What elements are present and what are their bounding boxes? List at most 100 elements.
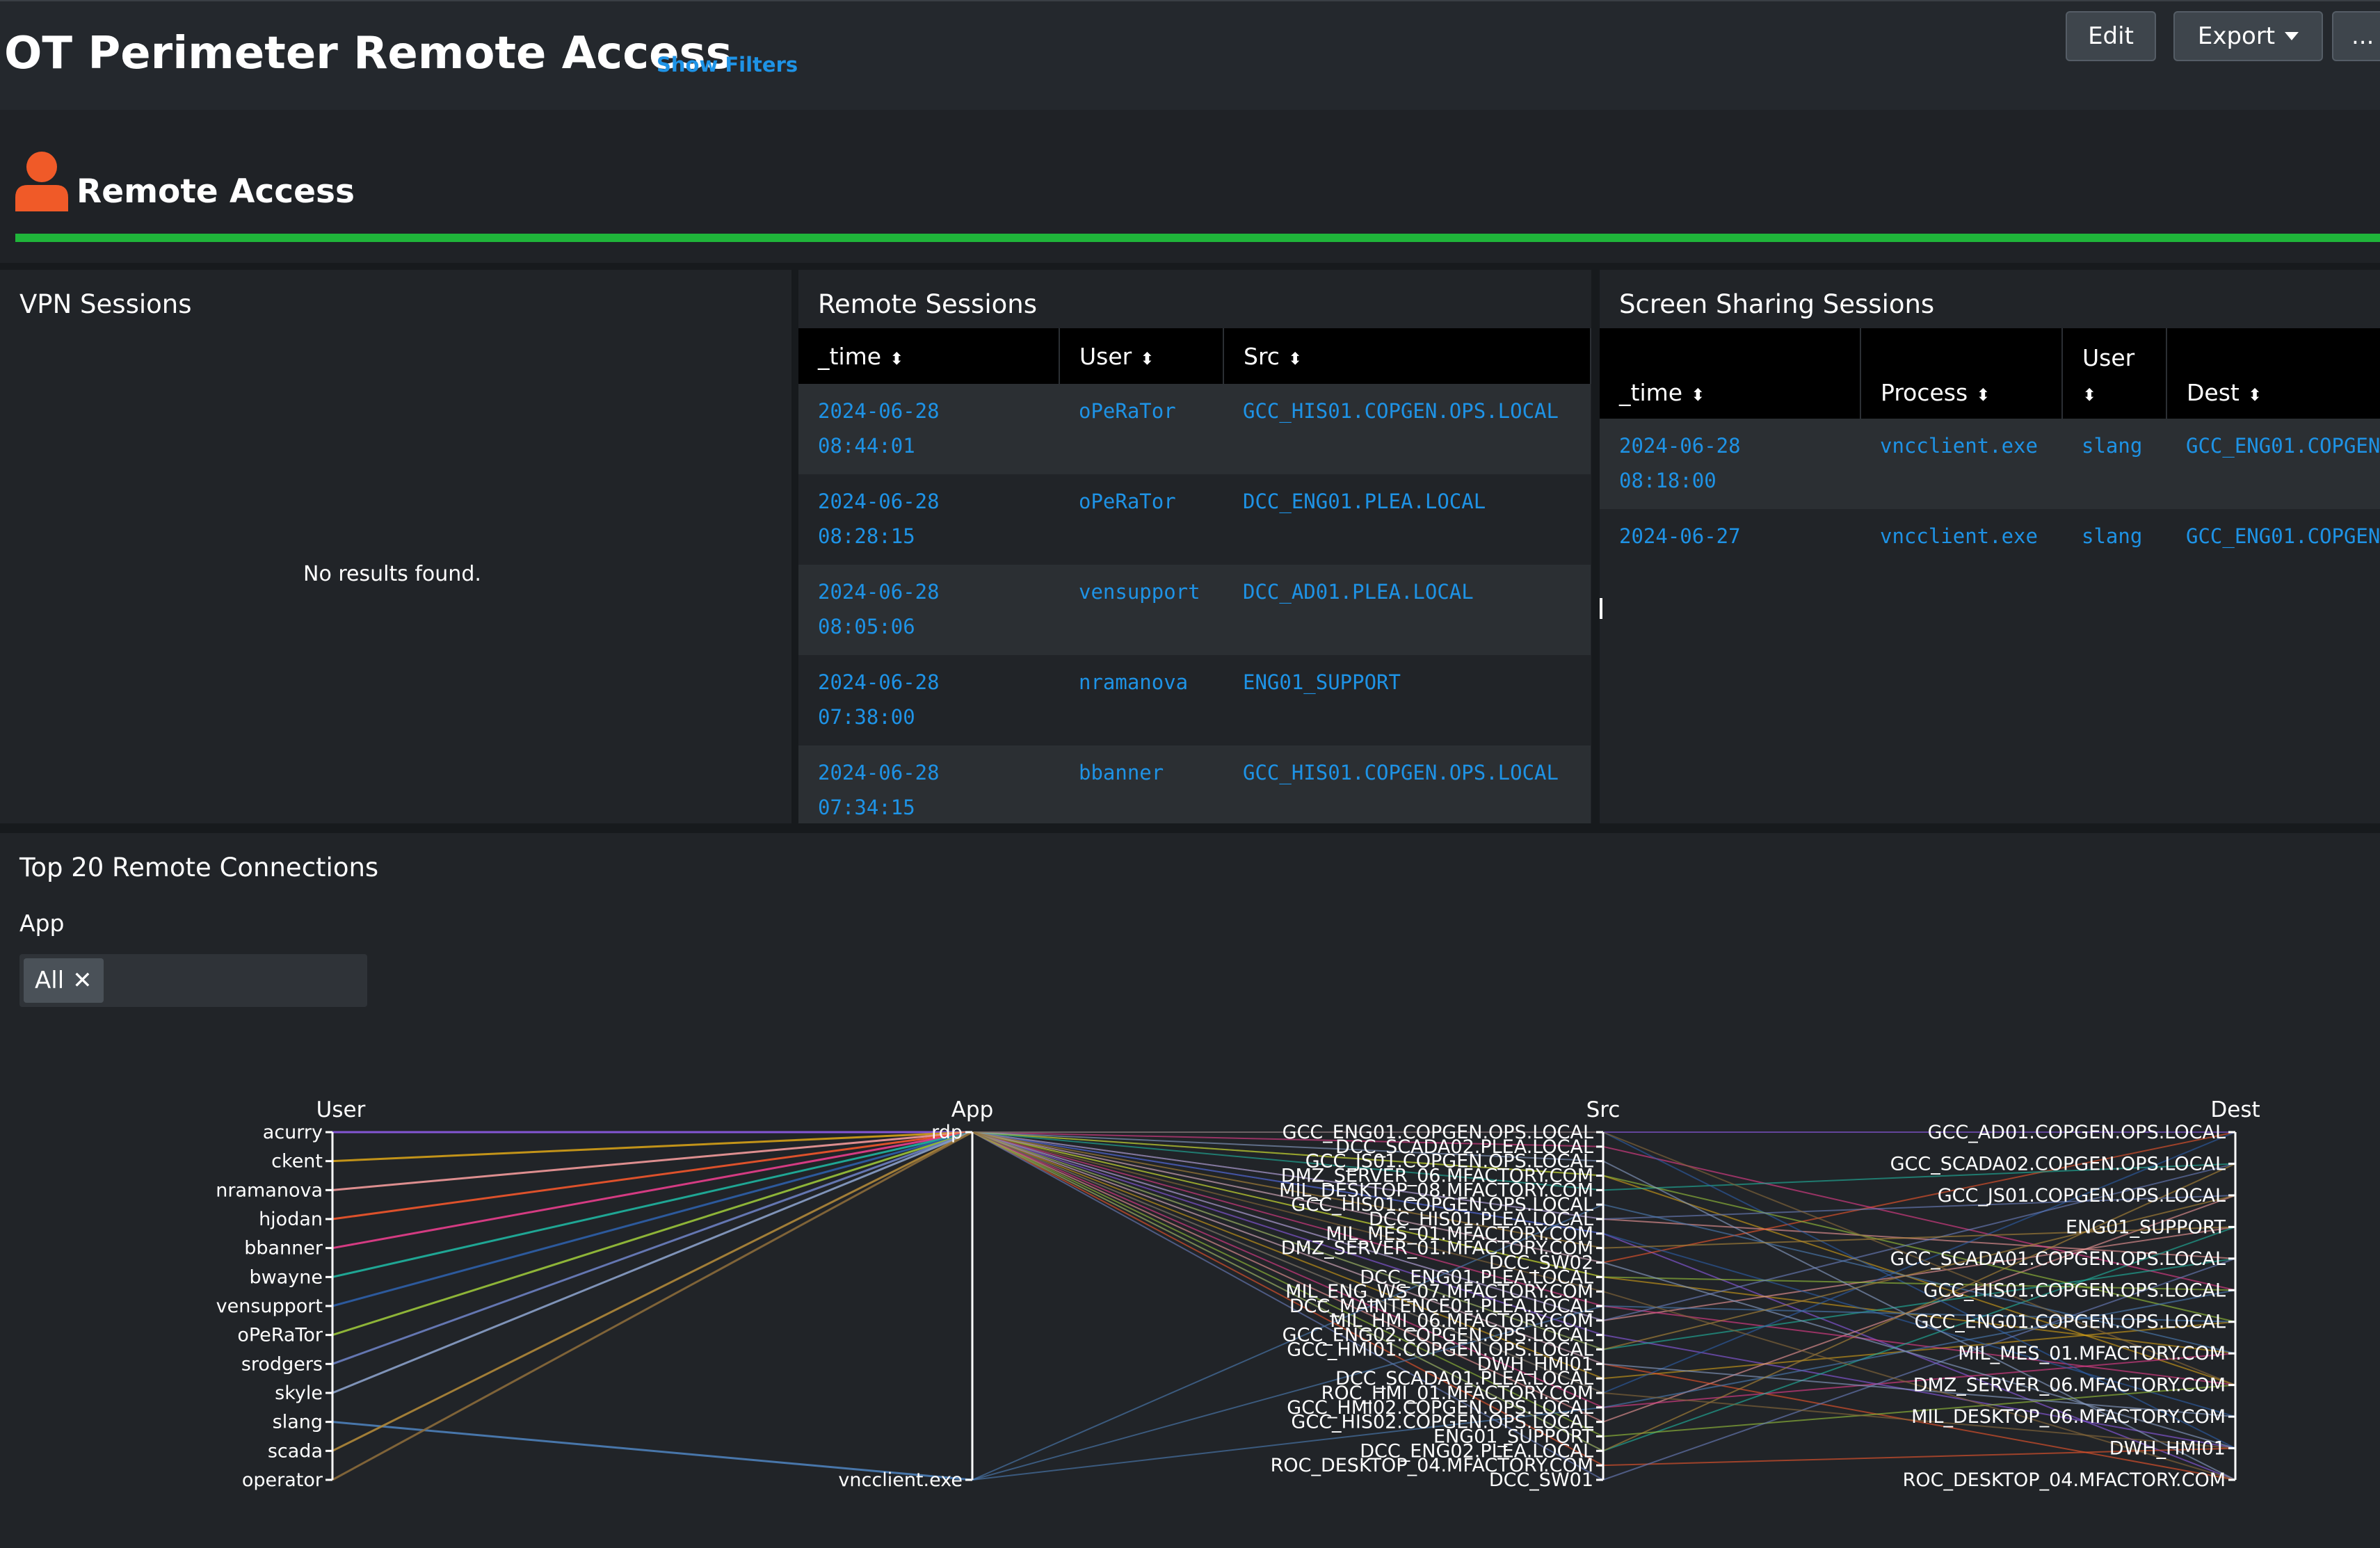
time-cell[interactable]: 2024-06-27	[1619, 524, 1741, 548]
axis-tick-label[interactable]: ROC_DESKTOP_04.MFACTORY.COM	[1903, 1469, 2226, 1491]
edit-button[interactable]: Edit	[2066, 11, 2156, 61]
src-dest-line	[1602, 1226, 2236, 1321]
axis-tick-label[interactable]: GCC_SCADA01.COPGEN.OPS.LOCAL	[1890, 1248, 2226, 1270]
user-app-line	[332, 1131, 973, 1220]
axis-tick-label[interactable]: bwayne	[250, 1266, 323, 1288]
axis-tick-label[interactable]: srodgers	[241, 1353, 323, 1375]
col-time-header[interactable]: _time ⬍	[1600, 328, 1861, 419]
axis-tick-label[interactable]: nramanova	[216, 1179, 323, 1201]
src-cell[interactable]: GCC_HIS01.COPGEN.OPS.LOCAL	[1243, 399, 1559, 423]
table-row[interactable]: 2024-06-28 08:28:15 oPeRaTor DCC_ENG01.PL…	[798, 474, 1591, 565]
axis-tick-label[interactable]: GCC_ENG01.COPGEN.OPS.LOCAL	[1915, 1312, 2226, 1333]
axis-tick-label[interactable]: acurry	[263, 1122, 323, 1143]
axis-tick-label[interactable]: MIL_MES_01.MFACTORY.COM	[1958, 1343, 2226, 1364]
axis-tick-label[interactable]: vncclient.exe	[838, 1469, 963, 1491]
time-cell[interactable]: 2024-06-28	[818, 761, 940, 784]
time-cell[interactable]: 08:28:15	[818, 524, 915, 548]
sort-icon: ⬍	[890, 348, 904, 369]
remote-sessions-table: _time ⬍ User ⬍ Src ⬍ 2024-06-28 08:44:01 oPe…	[798, 328, 1591, 823]
process-cell[interactable]: vncclient.exe	[1880, 524, 2038, 548]
axis-tick-label[interactable]: scada	[268, 1440, 323, 1462]
sort-icon: ⬍	[2082, 385, 2097, 405]
section-title: Remote Access	[77, 172, 355, 211]
axis-tick-label[interactable]: GCC_SCADA02.COPGEN.OPS.LOCAL	[1890, 1153, 2226, 1175]
time-cell[interactable]: 07:38:00	[818, 705, 915, 729]
axis-tick-label[interactable]: skyle	[275, 1382, 323, 1404]
user-cell[interactable]: bbanner	[1079, 761, 1164, 784]
col-dest-header[interactable]: Dest ⬍	[2166, 328, 2380, 419]
src-cell[interactable]: DCC_AD01.PLEA.LOCAL	[1243, 580, 1474, 604]
user-app-line	[332, 1131, 973, 1278]
sort-icon: ⬍	[1287, 348, 1303, 369]
col-user-header[interactable]: User ⬍	[1059, 328, 1224, 384]
remote-sessions-panel: Remote Sessions _time ⬍ User ⬍ Src ⬍ 2024-0…	[798, 270, 1591, 823]
axis-tick-label[interactable]: bbanner	[244, 1238, 323, 1259]
user-cell[interactable]: oPeRaTor	[1079, 490, 1176, 513]
user-cell[interactable]: slang	[2082, 434, 2142, 458]
dest-cell[interactable]: GCC_ENG01.COPGEN	[2186, 524, 2380, 548]
time-cell[interactable]: 08:44:01	[818, 434, 915, 458]
table-row[interactable]: 2024-06-27 vncclient.exe slang GCC_ENG01…	[1600, 509, 2380, 559]
table-row[interactable]: 2024-06-28 07:38:00 nramanova ENG01_SUPPO…	[798, 655, 1591, 745]
screen-sharing-scroll[interactable]: _time ⬍ Process ⬍ User ⬍ Dest ⬍ 2024-06-28 08…	[1600, 328, 2380, 559]
time-cell[interactable]: 2024-06-28	[818, 399, 940, 423]
user-cell[interactable]: nramanova	[1079, 670, 1188, 694]
table-row[interactable]: 2024-06-28 07:34:15 bbanner GCC_HIS01.COP…	[798, 745, 1591, 823]
time-cell[interactable]: 2024-06-28	[818, 670, 940, 694]
user-app-line	[332, 1131, 973, 1163]
axis-tick-label[interactable]: rdp	[931, 1122, 963, 1143]
axis-tick-label[interactable]: vensupport	[216, 1296, 323, 1317]
vpn-panel-title: VPN Sessions	[19, 289, 192, 319]
axis-tick-label[interactable]: GCC_AD01.COPGEN.OPS.LOCAL	[1928, 1122, 2226, 1143]
col-user-header[interactable]: User ⬍	[2062, 328, 2167, 419]
axis-title: Src	[1586, 1097, 1621, 1122]
export-label: Export	[2197, 22, 2276, 50]
show-filters-link[interactable]: Show Filters	[657, 53, 798, 76]
axis-tick-label[interactable]: slang	[273, 1412, 323, 1433]
user-app-line	[332, 1131, 973, 1481]
export-button[interactable]: Export	[2173, 11, 2323, 61]
sort-icon: ⬍	[1140, 348, 1155, 369]
axis-user: Useracurry ckent nramanova hjodan bbanner bwa…	[216, 1097, 365, 1491]
axis-tick-label[interactable]: operator	[242, 1469, 323, 1491]
axis-title: Dest	[2210, 1097, 2260, 1122]
person-icon	[15, 152, 68, 211]
user-cell[interactable]: vensupport	[1079, 580, 1200, 604]
time-cell[interactable]: 2024-06-28	[1619, 434, 1741, 458]
time-cell[interactable]: 2024-06-28	[818, 490, 940, 513]
table-row[interactable]: 2024-06-28 08:44:01 oPeRaTor GCC_HIS01.CO…	[798, 384, 1591, 474]
axis-tick-label[interactable]: DMZ_SERVER_06.MFACTORY.COM	[1913, 1375, 2226, 1396]
time-cell[interactable]: 2024-06-28	[818, 580, 940, 604]
dashboard-title: OT Perimeter Remote Access	[4, 28, 732, 79]
axis-tick-label[interactable]: hjodan	[259, 1209, 323, 1230]
process-cell[interactable]: vncclient.exe	[1880, 434, 2038, 458]
time-cell[interactable]: 08:18:00	[1619, 469, 1716, 492]
axis-tick-label[interactable]: oPeRaTor	[237, 1325, 323, 1346]
src-cell[interactable]: ENG01_SUPPORT	[1243, 670, 1401, 694]
axis-tick-label[interactable]: GCC_HIS01.COPGEN.OPS.LOCAL	[1923, 1280, 2226, 1301]
dest-cell[interactable]: GCC_ENG01.COPGEN	[2186, 434, 2380, 458]
more-actions-button[interactable]: ...	[2332, 11, 2380, 61]
axis-tick-label[interactable]: MIL_DESKTOP_06.MFACTORY.COM	[1911, 1406, 2226, 1428]
axis-tick-label[interactable]: DCC_SW01	[1489, 1469, 1593, 1491]
axis-tick-label[interactable]: ENG01_SUPPORT	[2066, 1216, 2226, 1238]
col-time-header[interactable]: _time ⬍	[798, 328, 1060, 384]
time-cell[interactable]: 07:34:15	[818, 796, 915, 819]
user-app-line	[332, 1131, 973, 1337]
table-row[interactable]: 2024-06-28 08:05:06 vensupport DCC_AD01.P…	[798, 565, 1591, 655]
axis-tick-label[interactable]: GCC_JS01.COPGEN.OPS.LOCAL	[1938, 1185, 2226, 1207]
more-label: ...	[2351, 22, 2374, 50]
user-cell[interactable]: oPeRaTor	[1079, 399, 1176, 423]
text-cursor	[1600, 598, 1602, 619]
user-cell[interactable]: slang	[2082, 524, 2142, 548]
axis-tick-label[interactable]: ckent	[271, 1151, 323, 1172]
src-cell[interactable]: DCC_ENG01.PLEA.LOCAL	[1243, 490, 1486, 513]
sort-icon: ⬍	[1976, 385, 1991, 405]
src-cell[interactable]: GCC_HIS01.COPGEN.OPS.LOCAL	[1243, 761, 1559, 784]
dashboard-header: OT Perimeter Remote Access Show Filters …	[0, 0, 2380, 111]
table-row[interactable]: 2024-06-28 08:18:00 vncclient.exe slang G…	[1600, 419, 2380, 509]
time-cell[interactable]: 08:05:06	[818, 615, 915, 638]
col-src-header[interactable]: Src ⬍	[1223, 328, 1591, 384]
col-process-header[interactable]: Process ⬍	[1860, 328, 2063, 419]
axis-tick-label[interactable]: DWH_HMI01	[2109, 1438, 2226, 1460]
